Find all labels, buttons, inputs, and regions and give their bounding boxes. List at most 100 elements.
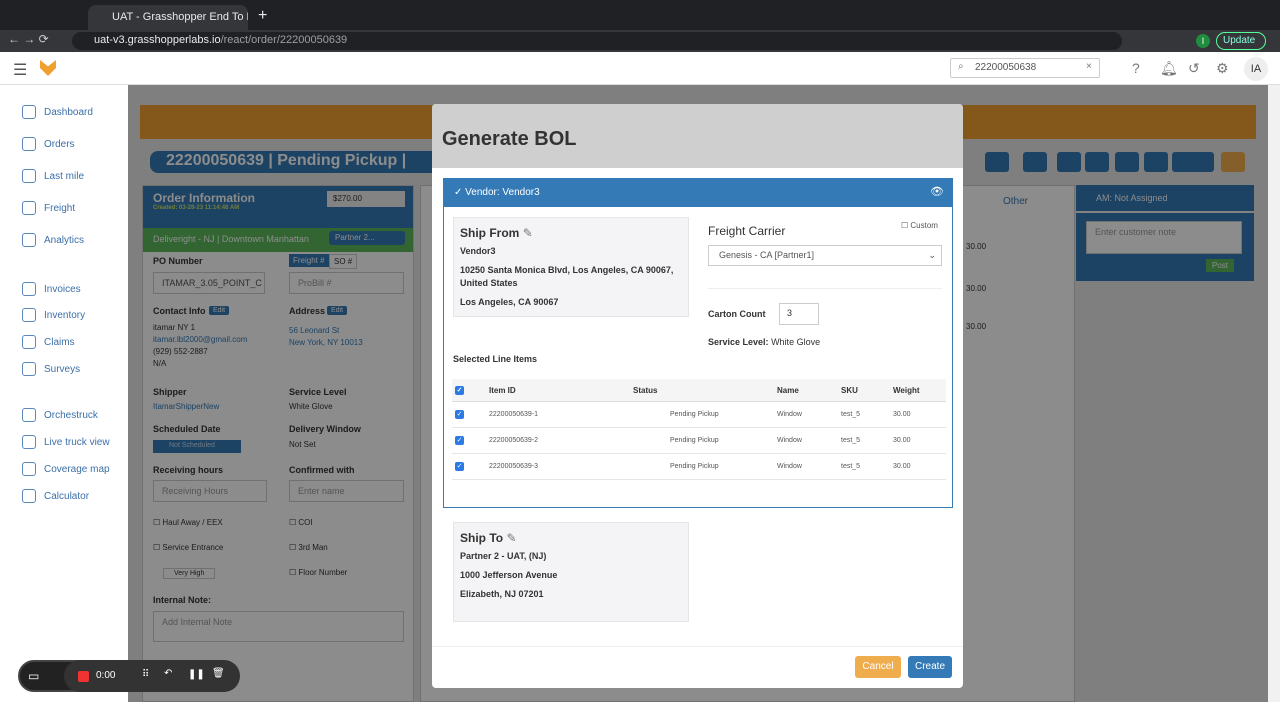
item-sku: test_5 [838, 453, 890, 480]
new-tab-icon[interactable]: + [258, 7, 267, 25]
ship-from-city: Los Angeles, CA 90067 [460, 297, 559, 307]
last-mile-icon [22, 169, 36, 183]
freight-carrier-select[interactable]: Genesis - CA [Partner1] ⌄ [708, 245, 942, 266]
vendor-section: ✓ Vendor: Vendor3 👁︎ Ship From ✎ Vendor3… [443, 178, 953, 508]
ship-from-box: Ship From ✎ Vendor3 10250 Santa Monica B… [453, 217, 689, 317]
column-name: Name [774, 379, 838, 402]
item-sku: test_5 [838, 401, 890, 428]
map-icon [22, 462, 36, 476]
item-name: Window [774, 427, 838, 454]
ship-from-name: Vendor3 [460, 246, 496, 256]
search-input[interactable]: 22200050638 [950, 58, 1100, 78]
select-all-checkbox[interactable]: ✓ [455, 386, 464, 395]
profile-icon[interactable]: I [1196, 34, 1210, 48]
back-icon[interactable]: ← → ⟳ [8, 32, 49, 46]
scrollbar[interactable] [1268, 85, 1280, 702]
line-items-table: ✓ Item ID Status Name SKU Weight ✓ 222000… [452, 379, 946, 480]
sidebar-item-inventory[interactable]: Inventory [22, 308, 85, 322]
item-name: Window [774, 401, 838, 428]
table-row: ✓ 22200050639-1 Pending Pickup Window test_5… [452, 401, 946, 428]
surveys-icon [22, 362, 36, 376]
orders-icon [22, 137, 36, 151]
sidebar-item-dashboard[interactable]: Dashboard [22, 105, 93, 119]
menu-icon[interactable]: ☰ [13, 60, 27, 80]
item-weight: 30.00 [890, 401, 946, 428]
modal-footer-divider [432, 646, 963, 647]
vendor-header[interactable]: ✓ Vendor: Vendor3 [444, 179, 952, 207]
ship-from-title: Ship From [460, 226, 520, 240]
sidebar-item-surveys[interactable]: Surveys [22, 362, 80, 376]
bell-icon[interactable]: 🔔︎ [1160, 60, 1178, 77]
sidebar-item-coverage-map[interactable]: Coverage map [22, 462, 110, 476]
freight-icon [22, 201, 36, 215]
recording-time: 0:00 [96, 670, 116, 681]
map-pin-icon [22, 435, 36, 449]
sidebar-item-invoices[interactable]: Invoices [22, 282, 81, 296]
freight-carrier-label: Freight Carrier [708, 224, 786, 238]
history-icon[interactable]: ↺ [1188, 60, 1200, 77]
sidebar: Dashboard Orders Last mile Freight Analy… [0, 85, 128, 702]
inventory-icon [22, 308, 36, 322]
table-row: ✓ 22200050639-3 Pending Pickup Window test_5… [452, 453, 946, 480]
item-sku: test_5 [838, 427, 890, 454]
analytics-icon [22, 233, 36, 247]
item-name: Window [774, 453, 838, 480]
sidebar-item-analytics[interactable]: Analytics [22, 233, 84, 247]
settings-icon[interactable]: ⚙ [1216, 60, 1229, 77]
grip-icon[interactable]: ⠿ [142, 669, 149, 680]
clear-search-icon[interactable]: × [1086, 61, 1092, 72]
custom-checkbox[interactable]: ☐ Custom [901, 221, 938, 230]
column-sku: SKU [838, 379, 890, 402]
claims-icon [22, 335, 36, 349]
sidebar-item-calculator[interactable]: Calculator [22, 489, 89, 503]
item-status: Pending Pickup [630, 427, 774, 454]
stop-icon[interactable] [78, 671, 89, 682]
row-checkbox[interactable]: ✓ [455, 436, 464, 445]
help-icon[interactable]: ? [1132, 60, 1140, 76]
eye-icon[interactable]: 👁︎ [930, 185, 944, 198]
search-icon: ⌕ [958, 61, 964, 72]
carton-count-input[interactable]: 3 [779, 303, 819, 325]
item-weight: 30.00 [890, 453, 946, 480]
truck-icon [22, 408, 36, 422]
trash-icon[interactable]: 🗑︎ [212, 668, 225, 679]
update-button[interactable]: Update [1216, 32, 1266, 50]
browser-tab[interactable]: UAT - Grasshopper End To End [88, 5, 248, 30]
sidebar-item-orchestruck[interactable]: Orchestruck [22, 408, 98, 422]
undo-icon[interactable]: ↶ [164, 668, 172, 679]
item-id: 22200050639-2 [486, 427, 630, 454]
row-checkbox[interactable]: ✓ [455, 462, 464, 471]
create-button[interactable]: Create [908, 656, 952, 678]
calculator-icon [22, 489, 36, 503]
sidebar-item-claims[interactable]: Claims [22, 335, 75, 349]
address-bar[interactable]: uat-v3.grasshopperlabs.io/react/order/22… [72, 32, 1122, 50]
chevron-down-icon: ⌄ [928, 250, 936, 260]
edit-icon[interactable]: ✎ [523, 226, 533, 240]
divider [708, 288, 942, 289]
ship-to-address: 1000 Jefferson Avenue [460, 570, 558, 580]
ship-to-city: Elizabeth, NJ 07201 [460, 589, 544, 599]
item-id: 22200050639-1 [486, 401, 630, 428]
item-id: 22200050639-3 [486, 453, 630, 480]
generate-bol-modal: Generate BOL ✓ Vendor: Vendor3 👁︎ Ship F… [432, 104, 963, 688]
service-level: Service Level: White Glove [708, 337, 821, 347]
avatar[interactable]: IA [1244, 57, 1268, 81]
column-weight: Weight [890, 379, 946, 402]
camera-icon[interactable]: ▭ [28, 669, 39, 683]
pause-icon[interactable]: ❚❚ [188, 669, 205, 680]
edit-icon[interactable]: ✎ [506, 531, 516, 545]
item-status: Pending Pickup [630, 453, 774, 480]
sidebar-item-orders[interactable]: Orders [22, 137, 75, 151]
row-checkbox[interactable]: ✓ [455, 410, 464, 419]
ship-to-name: Partner 2 - UAT, (NJ) [460, 551, 547, 561]
sidebar-item-live-truck-view[interactable]: Live truck view [22, 435, 110, 449]
table-header: ✓ Item ID Status Name SKU Weight [452, 379, 946, 402]
item-status: Pending Pickup [630, 401, 774, 428]
cancel-button[interactable]: Cancel [855, 656, 901, 678]
invoices-icon [22, 282, 36, 296]
sidebar-item-freight[interactable]: Freight [22, 201, 75, 215]
dashboard-icon [22, 105, 36, 119]
modal-title: Generate BOL [432, 104, 963, 168]
item-weight: 30.00 [890, 427, 946, 454]
sidebar-item-last-mile[interactable]: Last mile [22, 169, 84, 183]
